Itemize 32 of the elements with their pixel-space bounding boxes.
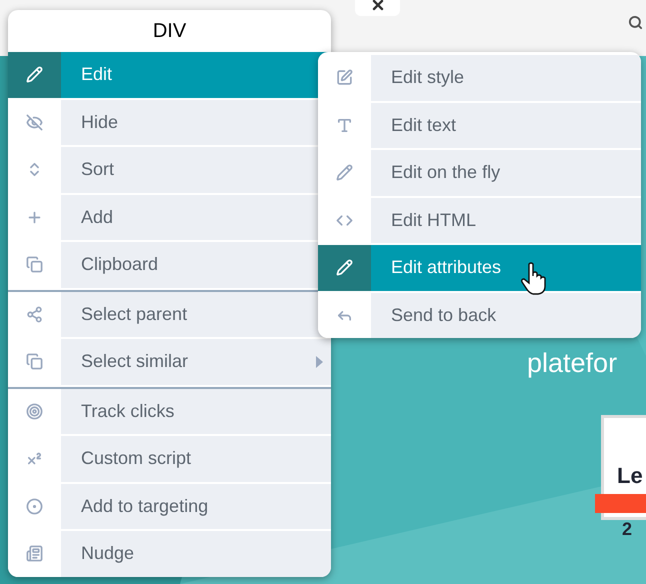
badge-ribbon [595,494,646,513]
menu-item[interactable]: Select similar [61,339,331,384]
menu-item[interactable]: Track clicks [61,388,331,434]
copy-icon [26,256,43,274]
pencil-icon [336,259,353,276]
menu-item[interactable]: Send to back [371,292,641,338]
hand-cursor-icon [521,262,547,296]
headline-text: platefor [527,350,618,377]
badge-title: Le [617,465,643,487]
search-icon[interactable] [628,15,643,30]
dot-icon [26,498,43,515]
menu-item[interactable]: Edit attributes [371,245,641,290]
menu-item[interactable]: Custom script [61,436,331,482]
menu-item[interactable]: Edit HTML [371,198,641,243]
pencil-icon [336,164,353,182]
menu-title: DIV [152,19,188,44]
superscript-icon [26,450,43,468]
submenu-arrow-icon [316,356,323,368]
copy-icon [26,353,43,370]
eye-off-icon [26,114,43,131]
menu-item[interactable]: Nudge [61,531,331,576]
target-icon [26,402,43,420]
menu-item[interactable]: Edit style [371,55,641,100]
menu-item[interactable]: Add to targeting [61,484,331,529]
text-icon [336,116,353,134]
close-tab[interactable] [355,0,400,16]
pencil-icon [26,66,43,84]
badge-year: 2 [622,520,632,538]
menu-item[interactable]: Edit on the fly [371,150,641,196]
edit-square-icon [336,69,353,86]
menu-item[interactable]: Edit text [371,102,641,148]
share-icon [26,306,43,323]
